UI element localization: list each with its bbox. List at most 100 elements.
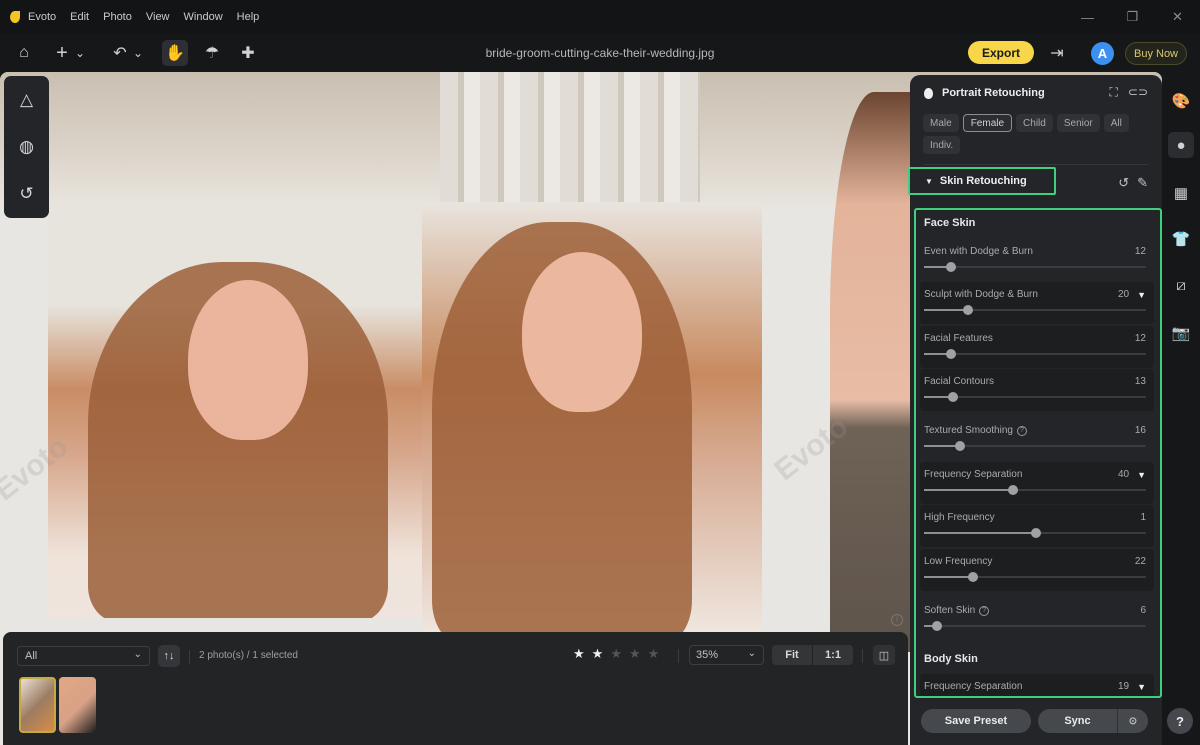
- crop-icon[interactable]: ⧄: [1168, 272, 1194, 298]
- brush-tool-icon[interactable]: ☂: [200, 41, 224, 65]
- star-empty-icon[interactable]: ★: [629, 646, 641, 662]
- help-button[interactable]: ?: [1167, 708, 1193, 734]
- slider-knob[interactable]: [967, 572, 978, 582]
- one-to-one-button[interactable]: 1:1: [813, 645, 853, 665]
- slider-track[interactable]: [924, 349, 1146, 359]
- filter-dropdown[interactable]: All ⌄: [17, 646, 150, 666]
- info-icon[interactable]: i: [891, 614, 903, 626]
- slider-knob[interactable]: [1031, 528, 1042, 538]
- star-rating[interactable]: ★ ★ ★ ★ ★: [573, 646, 666, 662]
- star-filled-icon[interactable]: ★: [592, 646, 604, 662]
- hand-tool-icon[interactable]: ✋: [162, 40, 188, 66]
- slider-track[interactable]: [924, 441, 1146, 451]
- help-icon[interactable]: ?: [1016, 425, 1027, 436]
- reset-icon[interactable]: ↺: [1118, 175, 1129, 191]
- minimize-button[interactable]: —: [1065, 10, 1110, 25]
- body-detect-icon[interactable]: ⊂⊃: [1128, 85, 1148, 100]
- slider-track[interactable]: [924, 572, 1146, 582]
- fit-button[interactable]: Fit: [772, 645, 813, 665]
- collapse-triangle-icon: ▼: [925, 176, 933, 186]
- healing-bandage-icon[interactable]: ✚: [236, 41, 260, 65]
- chip-female[interactable]: Female: [962, 114, 1013, 132]
- slider-track[interactable]: [924, 485, 1146, 495]
- portrait-icon[interactable]: ●: [1168, 132, 1194, 158]
- slider-fill: [924, 576, 973, 578]
- history-icon[interactable]: ↺: [19, 184, 33, 204]
- sync-settings-icon[interactable]: ⊙: [1118, 709, 1148, 733]
- clothing-icon[interactable]: 👕: [1168, 226, 1194, 252]
- sync-button-group: Sync ⊙: [1038, 709, 1148, 733]
- slider-value-text: 20: [1117, 289, 1130, 300]
- slider-track[interactable]: [924, 392, 1146, 402]
- thumbnail[interactable]: [59, 677, 96, 733]
- sort-button[interactable]: ↑↓: [158, 645, 180, 667]
- section-actions: ↺ ✎: [1118, 175, 1148, 191]
- chip-all[interactable]: All: [1103, 114, 1129, 132]
- expand-triangle-icon[interactable]: ▼: [1137, 470, 1146, 480]
- undo-icon[interactable]: ↶: [108, 41, 132, 65]
- export-button[interactable]: Export: [968, 41, 1034, 64]
- right-tool-bar: 🎨 ● ▦ 👕 ⧄ 📷: [1162, 72, 1200, 745]
- undo-chevron-down-icon[interactable]: ⌄: [132, 41, 144, 65]
- avatar[interactable]: A: [1091, 42, 1114, 65]
- adjust-mountain-icon[interactable]: △: [20, 90, 33, 110]
- help-icon[interactable]: ?: [979, 605, 990, 616]
- slider-knob[interactable]: [1007, 485, 1018, 495]
- edit-off-icon[interactable]: ✎: [1137, 175, 1148, 191]
- slider-knob[interactable]: [947, 392, 958, 402]
- skin-retouching-header[interactable]: ▼ Skin Retouching: [908, 167, 1056, 195]
- chip-indiv[interactable]: Indiv.: [923, 136, 961, 154]
- save-preset-button[interactable]: Save Preset: [921, 709, 1031, 733]
- slider-track[interactable]: [924, 305, 1146, 315]
- expand-triangle-icon[interactable]: ▼: [1137, 682, 1146, 692]
- slider-knob[interactable]: [963, 305, 974, 315]
- import-panel-icon[interactable]: ⇥: [1045, 41, 1069, 65]
- star-empty-icon[interactable]: ★: [610, 646, 622, 662]
- background-icon[interactable]: ▦: [1168, 180, 1194, 206]
- slider-knob[interactable]: [932, 621, 943, 631]
- menu-view[interactable]: View: [146, 11, 170, 23]
- palette-icon[interactable]: 🎨: [1168, 88, 1194, 114]
- menu-photo[interactable]: Photo: [103, 11, 132, 23]
- add-chevron-down-icon[interactable]: ⌄: [74, 41, 86, 65]
- slider-track[interactable]: [924, 262, 1146, 272]
- slider-knob[interactable]: [945, 349, 956, 359]
- expand-triangle-icon[interactable]: ▼: [1137, 290, 1146, 300]
- slider-label: Facial Features: [924, 333, 993, 344]
- star-empty-icon[interactable]: ★: [648, 646, 660, 662]
- slider-value-text: 12: [1134, 333, 1146, 344]
- zoom-dropdown[interactable]: 35% ⌄: [689, 645, 764, 665]
- panel-header: Portrait Retouching: [924, 87, 1045, 99]
- home-icon[interactable]: ⌂: [12, 41, 36, 65]
- close-button[interactable]: ✕: [1155, 9, 1200, 25]
- slider-knob[interactable]: [945, 262, 956, 272]
- menu-window[interactable]: Window: [184, 11, 223, 23]
- slider-fill: [924, 489, 1013, 491]
- slider-label: Sculpt with Dodge & Burn: [924, 289, 1038, 300]
- camera-icon[interactable]: 📷: [1168, 320, 1194, 346]
- menu-evoto[interactable]: Evoto: [28, 11, 56, 23]
- chip-male[interactable]: Male: [923, 114, 959, 132]
- chip-senior[interactable]: Senior: [1056, 114, 1100, 132]
- sync-button[interactable]: Sync: [1038, 709, 1118, 733]
- slider-track[interactable]: [924, 621, 1146, 631]
- slider-knob[interactable]: [954, 441, 965, 451]
- menu-help[interactable]: Help: [237, 11, 260, 23]
- add-icon[interactable]: +: [50, 41, 74, 65]
- slider-label: High Frequency: [924, 512, 995, 523]
- restore-button[interactable]: ❐: [1110, 9, 1155, 25]
- slider-label: Textured Smoothing?: [924, 425, 1027, 436]
- skin-sliders-container[interactable]: Face Skin Body Skin Even with Dodge & Bu…: [914, 208, 1162, 698]
- slider-value: 12: [1135, 333, 1146, 344]
- buy-now-button[interactable]: Buy Now: [1125, 42, 1187, 65]
- star-filled-icon[interactable]: ★: [573, 646, 585, 662]
- chip-child[interactable]: Child: [1016, 114, 1053, 132]
- menu-edit[interactable]: Edit: [70, 11, 89, 23]
- slider-track[interactable]: [924, 528, 1146, 538]
- mask-icon[interactable]: ◍: [19, 137, 34, 157]
- face-detect-icon[interactable]: ⛶: [1109, 85, 1117, 100]
- thumbnail-selected[interactable]: [19, 677, 56, 733]
- compare-view-icon[interactable]: ◫: [873, 645, 895, 665]
- preview-face: [188, 280, 308, 440]
- slider-label-text: Frequency Separation: [924, 681, 1023, 692]
